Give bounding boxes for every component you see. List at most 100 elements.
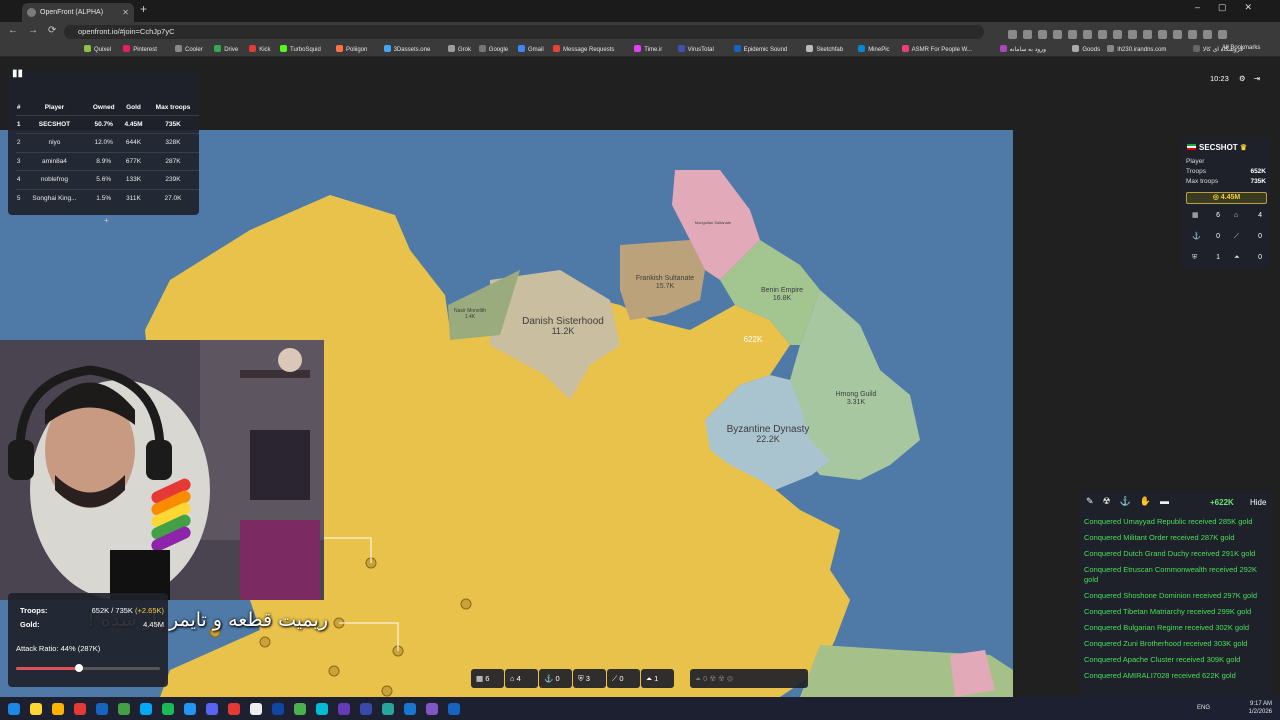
bookmark-favicon-icon <box>1072 45 1080 52</box>
window-controls[interactable]: –▢✕ <box>1195 2 1270 13</box>
bookmark-item[interactable]: Sketchfab <box>806 45 843 53</box>
col-owned[interactable]: Owned <box>87 101 119 115</box>
bookmark-item[interactable]: Kick <box>249 45 271 53</box>
build-shield[interactable]: ⛨ 3 <box>573 669 606 688</box>
build-port[interactable]: ⚓ 0 <box>539 669 572 688</box>
leaderboard-icon[interactable]: ▮▮ <box>12 68 23 79</box>
build-missile-silo[interactable]: ⟋ 0 <box>607 669 640 688</box>
feed-hide-button[interactable]: Hide <box>1250 498 1266 507</box>
player-name: SECSHOT ♛ <box>1187 143 1247 152</box>
player-building-missile-silo: ⟋ 0 <box>1228 228 1268 246</box>
taskbar-app-icon[interactable] <box>228 703 240 715</box>
bookmark-item[interactable]: Epidemic Sound <box>733 45 787 53</box>
leaderboard-header: # Player Owned Gold Max troops <box>16 101 199 115</box>
new-tab-button[interactable]: + <box>140 2 147 16</box>
taskbar-app-icon[interactable] <box>272 703 284 715</box>
col-player[interactable]: Player <box>21 101 87 115</box>
bookmark-item[interactable]: Grok <box>448 45 471 53</box>
bookmark-item[interactable]: MinePic <box>858 45 890 53</box>
taskbar-app-icon[interactable] <box>184 703 196 715</box>
bookmark-item[interactable]: Pinterest <box>123 45 157 53</box>
taskbar-app-icon[interactable] <box>404 703 416 715</box>
bookmark-item[interactable]: 3Dassets.one <box>383 45 430 53</box>
leaderboard-cell: SECSHOT <box>21 114 88 134</box>
taskbar-app-icon[interactable] <box>52 703 64 715</box>
build-city[interactable]: ▦ 6 <box>471 669 504 688</box>
taskbar-app-icon[interactable] <box>96 703 108 715</box>
taskbar-apps[interactable] <box>8 702 470 720</box>
taskbar-app-icon[interactable] <box>162 703 174 715</box>
col-max-troops[interactable]: Max troops <box>147 101 199 115</box>
game-viewport[interactable]: Danish Sisterhood 11.2K Frankish Sultana… <box>0 57 1280 697</box>
leaderboard-row[interactable]: 2 niyo 12.0% 644K 328K <box>16 133 199 152</box>
leaderboard-cell: 287K <box>147 151 199 171</box>
taskbar-app-icon[interactable] <box>360 703 372 715</box>
bookmark-item[interactable]: Message Requests <box>553 45 614 53</box>
exit-icon[interactable]: ⇥ <box>1254 74 1260 83</box>
taskbar-app-icon[interactable] <box>316 703 328 715</box>
bookmark-item[interactable]: Goods <box>1072 45 1100 53</box>
build-factory[interactable]: ⌂ 4 <box>505 669 538 688</box>
bookmark-item[interactable]: ASMR For People W... <box>901 45 972 53</box>
sam-launcher-icon: ⏶ <box>1234 254 1240 261</box>
taskbar-app-icon[interactable] <box>8 703 20 715</box>
extension-icons[interactable] <box>1008 26 1273 39</box>
leaderboard-table: # Player Owned Gold Max troops 1 SECSHOT 5… <box>16 101 199 208</box>
feed-filter-icons[interactable]: ✎☢⚓✋▬ <box>1086 496 1178 507</box>
leaderboard-row[interactable]: 4 noblefrog 5.6% 133K 239K <box>16 170 199 189</box>
bookmark-item[interactable]: TurboSquid <box>280 45 321 53</box>
sam-icon: ⏶ <box>646 674 652 683</box>
bookmark-item[interactable]: ورود به سامانه <box>999 45 1046 53</box>
settings-gear-icon[interactable]: ⚙ <box>1239 74 1246 83</box>
leaderboard-body: 1 SECSHOT 50.7% 4.45M 735K 2 niyo 12.0% 644K 328K… <box>16 114 199 208</box>
close-tab-icon[interactable]: ✕ <box>122 3 129 22</box>
taskbar-app-icon[interactable] <box>426 703 438 715</box>
bookmark-item[interactable]: Quixel <box>84 45 111 53</box>
taskbar-app-icon[interactable] <box>118 703 130 715</box>
bookmark-favicon-icon <box>999 45 1007 52</box>
bookmark-favicon-icon <box>84 45 91 52</box>
build-bar: ▦ 6 ⌂ 4 ⚓ 0 ⛨ 3 ⟋ 0 ⏶ 1 ⏶ 0 ☢ ☢ ⚙ <box>471 669 811 688</box>
map-label-frankish-value: 15.7K <box>656 283 675 290</box>
bookmark-favicon-icon <box>383 45 391 52</box>
all-bookmarks-button[interactable]: All Bookmarks <box>1222 45 1260 51</box>
favicon-icon <box>27 8 36 17</box>
taskbar-app-icon[interactable] <box>382 703 394 715</box>
attack-ratio-knob[interactable] <box>75 664 84 672</box>
system-clock[interactable]: 9:17 AM 1/2/2026 <box>1249 700 1272 716</box>
taskbar-app-icon[interactable] <box>30 703 42 715</box>
taskbar-app-icon[interactable] <box>448 703 460 715</box>
taskbar-app-icon[interactable] <box>294 703 306 715</box>
leaderboard-row[interactable]: 1 SECSHOT 50.7% 4.45M 735K <box>16 114 199 134</box>
col-gold[interactable]: Gold <box>120 101 147 115</box>
bookmark-item[interactable]: Cooler <box>175 45 203 53</box>
build-sam[interactable]: ⏶ 1 <box>641 669 674 688</box>
leaderboard-panel: ▮▮ # Player Owned Gold Max troops 1 SECSH… <box>8 68 199 225</box>
coin-icon: ◎ <box>1212 194 1221 201</box>
bookmark-item[interactable]: VirusTotal <box>677 45 714 53</box>
bookmark-item[interactable]: Drive <box>214 45 238 53</box>
bookmark-favicon-icon <box>1192 45 1200 52</box>
leaderboard-row[interactable]: 3 amin8a4 8.9% 677K 287K <box>16 151 199 171</box>
iran-flag-icon <box>1187 144 1196 150</box>
taskbar-app-icon[interactable] <box>74 703 86 715</box>
bookmark-item[interactable]: Poliigon <box>336 45 367 53</box>
attack-ratio-slider[interactable] <box>16 664 160 672</box>
bookmark-item[interactable]: Google <box>478 45 508 53</box>
leaderboard-expand-button[interactable]: + <box>104 216 109 225</box>
taskbar-app-icon[interactable] <box>250 703 262 715</box>
language-indicator[interactable]: ENG <box>1197 705 1210 711</box>
bookmark-item[interactable]: Time.ir <box>634 45 662 53</box>
bookmark-item[interactable]: Gmail <box>518 45 544 53</box>
nav-buttons[interactable]: ←→⟳ <box>8 25 66 36</box>
player-building-port: ⚓ 0 <box>1186 228 1226 246</box>
bookmark-item[interactable]: lh230.irandns.com <box>1107 45 1166 53</box>
taskbar-app-icon[interactable] <box>140 703 152 715</box>
url-input[interactable]: openfront.io/#join=CchJp7yC <box>64 25 984 39</box>
taskbar-app-icon[interactable] <box>338 703 350 715</box>
taskbar-app-icon[interactable] <box>206 703 218 715</box>
gold-row: Gold: 4.45M <box>20 620 164 629</box>
browser-tab[interactable]: OpenFront (ALPHA) ✕ <box>22 3 134 22</box>
leaderboard-row[interactable]: 5 Songhai King... 1.5% 311K 27.0K <box>16 188 199 208</box>
feed-message: Conquered Bulgarian Regime received 302K… <box>1084 623 1250 632</box>
